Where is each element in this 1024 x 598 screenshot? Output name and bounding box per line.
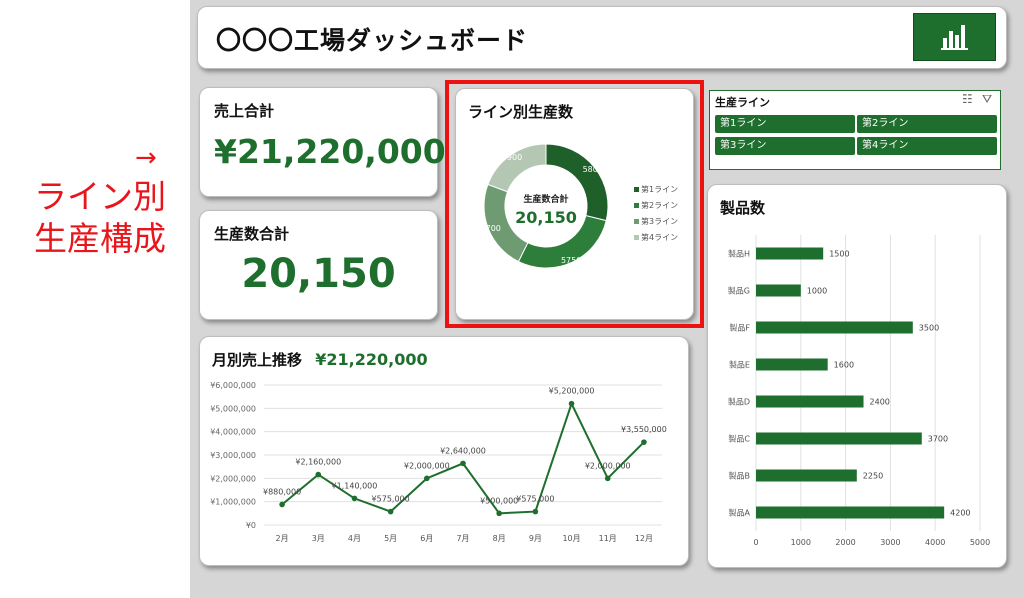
multi-select-icon[interactable]: ☷ xyxy=(962,92,973,106)
product-bar xyxy=(756,284,801,297)
product-bar xyxy=(756,395,864,408)
line-xtick-label: 12月 xyxy=(635,534,653,543)
bar-data-label: 1600 xyxy=(834,361,854,370)
bar-category-label: 製品F xyxy=(729,323,750,333)
line-ytick-label: ¥3,000,000 xyxy=(210,451,256,460)
bar-xtick-label: 5000 xyxy=(970,538,990,547)
bar-data-label: 1000 xyxy=(807,287,827,296)
bar-data-label: 2250 xyxy=(863,472,883,481)
line-ytick-label: ¥4,000,000 xyxy=(210,428,256,437)
line-point xyxy=(387,508,394,515)
line-point xyxy=(315,471,322,478)
line-point xyxy=(604,475,611,482)
line-ytick-label: ¥1,000,000 xyxy=(210,498,256,507)
bar-category-label: 製品B xyxy=(729,471,751,481)
line-point xyxy=(424,475,430,482)
annotation-text: ライン別 生産構成 xyxy=(34,176,166,260)
bar-xtick-label: 3000 xyxy=(880,538,900,547)
annotation-line-2: 生産構成 xyxy=(34,219,166,258)
line-data-label: ¥1,140,000 xyxy=(332,481,378,490)
line-xtick-label: 11月 xyxy=(599,534,617,543)
line-point xyxy=(532,508,539,515)
line-data-label: ¥2,000,000 xyxy=(585,461,631,470)
production-total-value: 20,150 xyxy=(241,251,396,297)
bar-data-label: 3700 xyxy=(928,435,948,444)
slicer-item-line2[interactable]: 第2ライン xyxy=(857,115,997,133)
line-xtick-label: 7月 xyxy=(456,534,469,543)
line-data-label: ¥880,000 xyxy=(263,487,301,496)
line-data-label: ¥2,160,000 xyxy=(295,458,341,467)
product-bar xyxy=(756,432,922,445)
line-point xyxy=(351,495,358,502)
bar-category-label: 製品G xyxy=(728,286,750,296)
sales-total-value: ¥21,220,000 xyxy=(214,132,446,171)
bar-category-label: 製品A xyxy=(729,508,751,518)
line-xtick-label: 10月 xyxy=(562,534,580,543)
bar-category-label: 製品E xyxy=(729,360,750,370)
bar-category-label: 製品C xyxy=(728,434,750,444)
line-ytick-label: ¥5,000,000 xyxy=(210,404,256,413)
line-data-label: ¥3,550,000 xyxy=(621,425,667,434)
line-slicer: 生産ライン ☷ ⛛ 第1ライン 第2ライン 第3ライン 第4ライン xyxy=(709,90,1001,170)
bar-xtick-label: 1000 xyxy=(791,538,811,547)
slicer-item-line4[interactable]: 第4ライン xyxy=(857,137,997,155)
header-card: 〇〇〇工場ダッシュボード xyxy=(197,6,1007,69)
line-data-label: ¥575,000 xyxy=(372,495,410,504)
bar-xtick-label: 2000 xyxy=(835,538,855,547)
product-bar xyxy=(756,358,828,371)
product-bar xyxy=(756,469,857,482)
line-data-label: ¥5,200,000 xyxy=(549,387,595,396)
bar-xtick-label: 0 xyxy=(753,538,758,547)
line-xtick-label: 2月 xyxy=(276,534,289,543)
sales-total-title: 売上合計 xyxy=(214,102,275,120)
line-xtick-label: 3月 xyxy=(312,534,325,543)
line-ytick-label: ¥6,000,000 xyxy=(210,381,256,390)
page-title: 〇〇〇工場ダッシュボード xyxy=(216,26,529,55)
line-point xyxy=(568,400,575,407)
line-point xyxy=(641,439,647,445)
slicer-item-line1[interactable]: 第1ライン xyxy=(715,115,855,133)
dashboard-logo-button[interactable] xyxy=(913,13,996,61)
bar-chart-icon xyxy=(940,25,968,50)
line-xtick-label: 9月 xyxy=(529,534,542,543)
line-point xyxy=(279,501,285,508)
line-data-label: ¥575,000 xyxy=(516,495,554,504)
line-data-label: ¥500,000 xyxy=(480,496,518,505)
production-total-card: 生産数合計 20,150 xyxy=(199,210,438,320)
product-bar xyxy=(756,247,824,260)
bar-data-label: 1500 xyxy=(829,250,849,259)
bar-data-label: 2400 xyxy=(870,398,890,407)
line-xtick-label: 8月 xyxy=(493,534,506,543)
highlight-box xyxy=(445,80,704,328)
bar-category-label: 製品D xyxy=(728,397,750,407)
product-bar xyxy=(756,321,913,334)
line-point xyxy=(496,510,502,517)
line-xtick-label: 6月 xyxy=(420,534,433,543)
production-total-title: 生産数合計 xyxy=(214,225,290,243)
bar-category-label: 製品H xyxy=(728,249,750,259)
line-data-label: ¥2,000,000 xyxy=(404,461,450,470)
clear-filter-icon[interactable]: ⛛ xyxy=(982,92,992,107)
line-ytick-label: ¥0 xyxy=(246,521,256,530)
line-point xyxy=(460,460,466,467)
slicer-title: 生産ライン xyxy=(715,96,770,109)
monthly-sales-chart: ¥0 ¥1,000,000 ¥2,000,000 ¥3,000,000 ¥4,000,0… xyxy=(210,381,667,543)
products-chart: 0 1000 2000 3000 4000 5000 製品H 1500 製品G 1000 製品F 35… xyxy=(728,235,990,547)
line-data-label: ¥2,640,000 xyxy=(440,446,486,455)
bar-data-label: 4200 xyxy=(950,509,970,518)
annotation-line-1: ライン別 xyxy=(34,177,166,216)
sales-total-card: 売上合計 ¥21,220,000 xyxy=(199,87,446,197)
annotation-arrow: → xyxy=(135,143,157,173)
line-ytick-label: ¥2,000,000 xyxy=(210,474,256,483)
product-bar xyxy=(756,506,945,519)
bar-xtick-label: 4000 xyxy=(925,538,945,547)
line-xtick-label: 4月 xyxy=(348,534,361,543)
line-xtick-label: 5月 xyxy=(384,534,397,543)
slicer-item-line3[interactable]: 第3ライン xyxy=(715,137,855,155)
monthly-sales-card: 月別売上推移 ¥21,220,000 ¥0 ¥1,000,000 ¥2,000,00… xyxy=(199,336,689,566)
products-card: 製品数 0 1000 2000 3000 4000 5000 製品H 1500 製品G 1000 製… xyxy=(707,184,1007,568)
bar-data-label: 3500 xyxy=(919,324,939,333)
